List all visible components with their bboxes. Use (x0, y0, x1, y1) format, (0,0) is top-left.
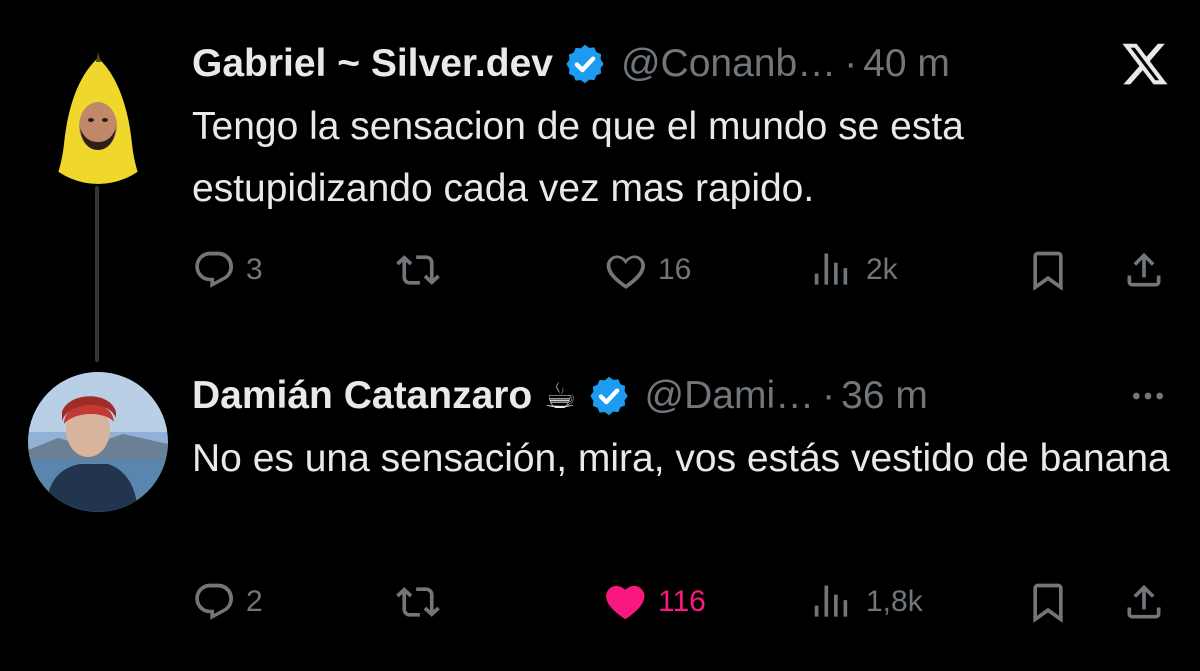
separator-dot: · (822, 374, 836, 417)
reply-button[interactable]: 3 (192, 245, 263, 295)
share-button[interactable] (1122, 245, 1166, 295)
views-count: 1,8k (866, 585, 923, 618)
retweet-icon (396, 255, 440, 285)
share-icon (1127, 584, 1161, 619)
author-name[interactable]: Gabriel ~ Silver.dev (192, 42, 553, 86)
bookmark-icon (1033, 251, 1063, 291)
reply-count: 2 (246, 585, 263, 618)
author-name[interactable]: Damián Catanzaro (192, 374, 532, 418)
avatar-damian[interactable] (28, 372, 168, 512)
retweet-button[interactable] (396, 245, 440, 295)
tweet-text: Tengo la sensacion de que el mundo se es… (192, 105, 964, 210)
bookmark-icon (1033, 583, 1063, 623)
coffee-emoji: ☕ (544, 375, 577, 416)
heart-icon (606, 255, 645, 289)
views-icon (814, 253, 848, 285)
bookmark-button[interactable] (1026, 245, 1070, 295)
author-handle[interactable]: @Conanb… (621, 42, 836, 86)
tweet-1-actions: 3 16 2k (192, 245, 1172, 295)
like-button[interactable]: 16 (604, 245, 691, 295)
reply-button[interactable]: 2 (192, 577, 263, 627)
thread-connector-line (95, 186, 99, 362)
like-count: 116 (658, 585, 706, 618)
tweet-2-actions: 2 116 1,8k (192, 577, 1172, 627)
more-options-icon[interactable] (1124, 366, 1172, 426)
retweet-button[interactable] (396, 577, 440, 627)
verified-badge-icon (566, 44, 604, 84)
x-logo-icon (1118, 34, 1172, 94)
reply-count: 3 (246, 253, 263, 286)
share-button[interactable] (1122, 577, 1166, 627)
tweet-1-header: Gabriel ~ Silver.dev @Conanb… · 40 m (192, 34, 1172, 94)
views-count: 2k (866, 253, 898, 286)
tweet-2-header: Damián Catanzaro ☕ @Dami… · 36 m (192, 366, 1172, 426)
views-button[interactable]: 1,8k (812, 577, 923, 627)
like-count: 16 (658, 253, 692, 286)
bookmark-button[interactable] (1026, 577, 1070, 627)
timestamp[interactable]: 40 m (863, 42, 950, 86)
reply-icon (195, 251, 234, 288)
verified-badge-icon (589, 376, 628, 416)
tweet-text: No es una sensación, mira, vos estás ves… (192, 437, 1170, 480)
separator-dot: · (844, 42, 858, 85)
share-icon (1127, 252, 1161, 287)
like-button[interactable]: 116 (604, 577, 706, 627)
heart-filled-icon (606, 585, 645, 620)
tweet-2[interactable]: Damián Catanzaro ☕ @Dami… · 36 m No es u… (192, 366, 1172, 623)
views-icon (814, 585, 848, 617)
tweet-1[interactable]: Gabriel ~ Silver.dev @Conanb… · 40 m Ten… (192, 34, 1172, 291)
author-handle[interactable]: @Dami… (645, 374, 815, 418)
timestamp[interactable]: 36 m (841, 374, 928, 418)
views-button[interactable]: 2k (812, 245, 898, 295)
reply-icon (195, 583, 234, 620)
retweet-icon (396, 587, 440, 617)
avatar-gabriel[interactable] (28, 44, 168, 184)
